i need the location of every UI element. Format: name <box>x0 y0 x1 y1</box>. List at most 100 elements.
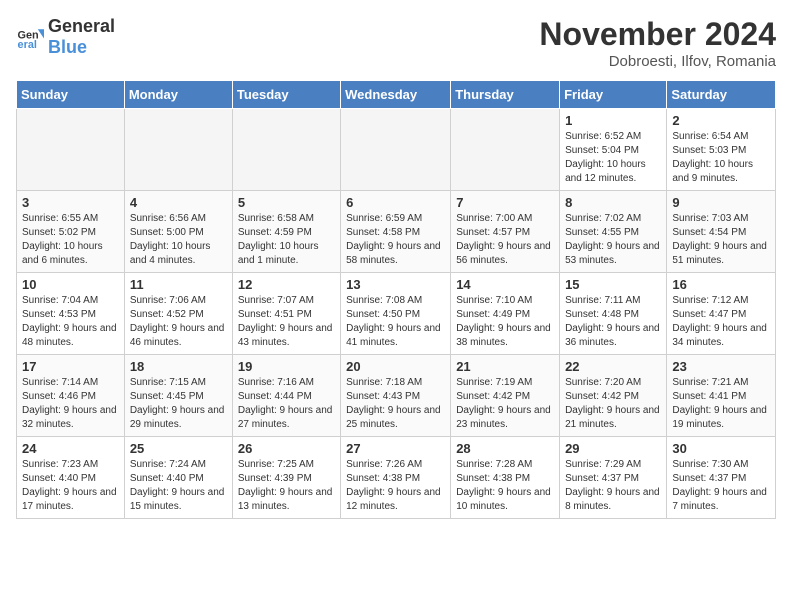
day-number: 17 <box>22 359 119 374</box>
day-number: 4 <box>130 195 227 210</box>
day-info: Sunrise: 6:56 AM Sunset: 5:00 PM Dayligh… <box>130 212 227 268</box>
day-info: Sunrise: 7:20 AM Sunset: 4:42 PM Dayligh… <box>565 376 661 432</box>
day-number: 24 <box>22 441 119 456</box>
calendar-cell: 25 Sunrise: 7:24 AM Sunset: 4:40 PM Dayli… <box>124 437 232 519</box>
calendar-week-row: 3Sunrise: 6:55 AM Sunset: 5:02 PM Daylig… <box>17 191 776 273</box>
day-info: Sunrise: 7:24 AM Sunset: 4:40 PM Dayligh… <box>130 458 227 514</box>
day-number: 14 <box>456 277 554 292</box>
day-info: Sunrise: 7:29 AM Sunset: 4:37 PM Dayligh… <box>565 458 661 514</box>
day-info: Sunrise: 7:03 AM Sunset: 4:54 PM Dayligh… <box>672 212 770 268</box>
day-info: Sunrise: 7:30 AM Sunset: 4:37 PM Dayligh… <box>672 458 770 514</box>
day-info: Sunrise: 7:19 AM Sunset: 4:42 PM Dayligh… <box>456 376 554 432</box>
page-header: Gen eral General Blue November 2024 Dobr… <box>16 16 776 70</box>
calendar-cell: 4 Sunrise: 6:56 AM Sunset: 5:00 PM Daylig… <box>124 191 232 273</box>
location-subtitle: Dobroesti, Ilfov, Romania <box>539 53 776 70</box>
calendar-header-saturday: Saturday <box>667 81 776 109</box>
calendar-cell: 21 Sunrise: 7:19 AM Sunset: 4:42 PM Dayli… <box>451 355 560 437</box>
day-number: 9 <box>672 195 770 210</box>
day-number: 7 <box>456 195 554 210</box>
calendar-cell: 16 Sunrise: 7:12 AM Sunset: 4:47 PM Dayli… <box>667 273 776 355</box>
calendar-cell: 15 Sunrise: 7:11 AM Sunset: 4:48 PM Dayli… <box>560 273 667 355</box>
calendar-cell: 8 Sunrise: 7:02 AM Sunset: 4:55 PM Daylig… <box>560 191 667 273</box>
calendar-header-row: SundayMondayTuesdayWednesdayThursdayFrid… <box>17 81 776 109</box>
calendar-cell: 13Sunrise: 7:08 AM Sunset: 4:50 PM Dayli… <box>341 273 451 355</box>
calendar-cell: 20Sunrise: 7:18 AM Sunset: 4:43 PM Dayli… <box>341 355 451 437</box>
day-number: 12 <box>238 277 335 292</box>
calendar-cell: 19 Sunrise: 7:16 AM Sunset: 4:44 PM Dayli… <box>232 355 340 437</box>
day-number: 8 <box>565 195 661 210</box>
calendar-cell: 1Sunrise: 6:52 AM Sunset: 5:04 PM Daylig… <box>560 109 667 191</box>
calendar-header-monday: Monday <box>124 81 232 109</box>
calendar-cell <box>451 109 560 191</box>
day-info: Sunrise: 6:59 AM Sunset: 4:58 PM Dayligh… <box>346 212 445 268</box>
calendar-cell: 28Sunrise: 7:28 AM Sunset: 4:38 PM Dayli… <box>451 437 560 519</box>
day-number: 23 <box>672 359 770 374</box>
calendar-cell: 9 Sunrise: 7:03 AM Sunset: 4:54 PM Daylig… <box>667 191 776 273</box>
calendar-cell: 27 Sunrise: 7:26 AM Sunset: 4:38 PM Dayli… <box>341 437 451 519</box>
calendar-cell: 26Sunrise: 7:25 AM Sunset: 4:39 PM Dayli… <box>232 437 340 519</box>
day-number: 28 <box>456 441 554 456</box>
day-info: Sunrise: 7:23 AM Sunset: 4:40 PM Dayligh… <box>22 458 119 514</box>
calendar-cell: 3Sunrise: 6:55 AM Sunset: 5:02 PM Daylig… <box>17 191 125 273</box>
calendar-cell: 7 Sunrise: 7:00 AM Sunset: 4:57 PM Daylig… <box>451 191 560 273</box>
logo: Gen eral General Blue <box>16 16 115 58</box>
calendar-cell: 22 Sunrise: 7:20 AM Sunset: 4:42 PM Dayli… <box>560 355 667 437</box>
day-number: 11 <box>130 277 227 292</box>
logo-blue-text: Blue <box>48 37 87 57</box>
day-number: 22 <box>565 359 661 374</box>
logo-text: General Blue <box>48 16 115 58</box>
day-number: 20 <box>346 359 445 374</box>
logo-general-text: General <box>48 16 115 36</box>
day-number: 25 <box>130 441 227 456</box>
calendar-cell: 17 Sunrise: 7:14 AM Sunset: 4:46 PM Dayli… <box>17 355 125 437</box>
day-number: 3 <box>22 195 119 210</box>
calendar-cell: 30 Sunrise: 7:30 AM Sunset: 4:37 PM Dayli… <box>667 437 776 519</box>
calendar-table: SundayMondayTuesdayWednesdayThursdayFrid… <box>16 80 776 519</box>
calendar-header-thursday: Thursday <box>451 81 560 109</box>
calendar-header-tuesday: Tuesday <box>232 81 340 109</box>
day-info: Sunrise: 7:16 AM Sunset: 4:44 PM Dayligh… <box>238 376 335 432</box>
calendar-cell: 18Sunrise: 7:15 AM Sunset: 4:45 PM Dayli… <box>124 355 232 437</box>
title-block: November 2024 Dobroesti, Ilfov, Romania <box>539 16 776 70</box>
calendar-week-row: 10 Sunrise: 7:04 AM Sunset: 4:53 PM Dayli… <box>17 273 776 355</box>
day-number: 1 <box>565 113 661 128</box>
day-number: 29 <box>565 441 661 456</box>
day-info: Sunrise: 7:00 AM Sunset: 4:57 PM Dayligh… <box>456 212 554 268</box>
day-number: 15 <box>565 277 661 292</box>
svg-text:eral: eral <box>18 39 37 51</box>
calendar-cell: 10 Sunrise: 7:04 AM Sunset: 4:53 PM Dayli… <box>17 273 125 355</box>
day-number: 27 <box>346 441 445 456</box>
calendar-header-wednesday: Wednesday <box>341 81 451 109</box>
calendar-cell <box>17 109 125 191</box>
calendar-cell: 14 Sunrise: 7:10 AM Sunset: 4:49 PM Dayli… <box>451 273 560 355</box>
day-info: Sunrise: 7:26 AM Sunset: 4:38 PM Dayligh… <box>346 458 445 514</box>
day-number: 5 <box>238 195 335 210</box>
calendar-cell: 23Sunrise: 7:21 AM Sunset: 4:41 PM Dayli… <box>667 355 776 437</box>
day-info: Sunrise: 7:02 AM Sunset: 4:55 PM Dayligh… <box>565 212 661 268</box>
day-info: Sunrise: 7:06 AM Sunset: 4:52 PM Dayligh… <box>130 294 227 350</box>
month-year-title: November 2024 <box>539 16 776 53</box>
day-number: 26 <box>238 441 335 456</box>
day-number: 13 <box>346 277 445 292</box>
day-info: Sunrise: 7:11 AM Sunset: 4:48 PM Dayligh… <box>565 294 661 350</box>
calendar-cell: 5Sunrise: 6:58 AM Sunset: 4:59 PM Daylig… <box>232 191 340 273</box>
calendar-cell: 11 Sunrise: 7:06 AM Sunset: 4:52 PM Dayli… <box>124 273 232 355</box>
day-number: 19 <box>238 359 335 374</box>
calendar-week-row: 24 Sunrise: 7:23 AM Sunset: 4:40 PM Dayli… <box>17 437 776 519</box>
day-number: 6 <box>346 195 445 210</box>
day-info: Sunrise: 7:10 AM Sunset: 4:49 PM Dayligh… <box>456 294 554 350</box>
day-number: 10 <box>22 277 119 292</box>
day-info: Sunrise: 6:54 AM Sunset: 5:03 PM Dayligh… <box>672 130 770 186</box>
day-number: 21 <box>456 359 554 374</box>
day-info: Sunrise: 7:04 AM Sunset: 4:53 PM Dayligh… <box>22 294 119 350</box>
day-info: Sunrise: 7:12 AM Sunset: 4:47 PM Dayligh… <box>672 294 770 350</box>
calendar-cell: 29 Sunrise: 7:29 AM Sunset: 4:37 PM Dayli… <box>560 437 667 519</box>
day-info: Sunrise: 7:14 AM Sunset: 4:46 PM Dayligh… <box>22 376 119 432</box>
day-number: 30 <box>672 441 770 456</box>
calendar-cell <box>124 109 232 191</box>
day-info: Sunrise: 7:07 AM Sunset: 4:51 PM Dayligh… <box>238 294 335 350</box>
calendar-cell: 2Sunrise: 6:54 AM Sunset: 5:03 PM Daylig… <box>667 109 776 191</box>
calendar-header-sunday: Sunday <box>17 81 125 109</box>
day-number: 18 <box>130 359 227 374</box>
day-number: 16 <box>672 277 770 292</box>
